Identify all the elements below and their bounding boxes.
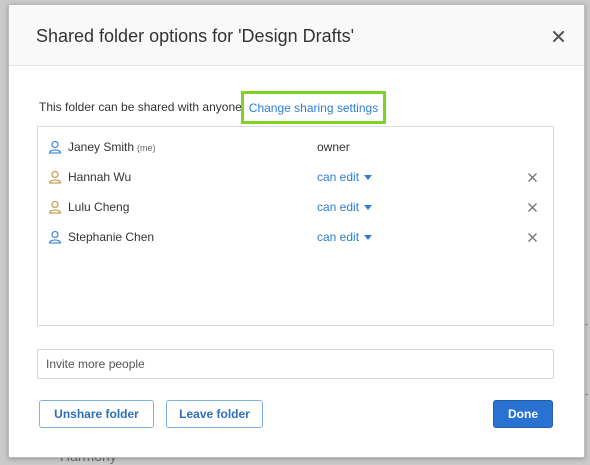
- user-icon: [48, 200, 62, 214]
- me-tag: (me): [137, 143, 156, 153]
- role-label: can edit: [317, 230, 360, 244]
- caret-down-icon: [364, 204, 373, 210]
- member-name: Stephanie Chen: [68, 230, 155, 244]
- done-button[interactable]: Done: [493, 400, 553, 428]
- member-name: Hannah Wu: [68, 170, 132, 184]
- user-icon: [48, 140, 62, 154]
- member-row: Hannah Wu can edit: [38, 162, 553, 192]
- close-icon: [552, 30, 564, 42]
- dialog-title: Shared folder options for 'Design Drafts…: [36, 26, 355, 46]
- remove-member-button[interactable]: [525, 200, 539, 214]
- shared-folder-options-dialog: Shared folder options for 'Design Drafts…: [8, 4, 585, 458]
- caret-down-icon: [364, 174, 373, 180]
- remove-member-button[interactable]: [525, 230, 539, 244]
- role-dropdown[interactable]: can edit: [317, 230, 373, 244]
- invite-people-input[interactable]: [37, 349, 554, 379]
- role-label: can edit: [317, 170, 360, 184]
- sharing-description: This folder can be shared with anyone.: [39, 100, 246, 114]
- members-list: Janey Smith (me) owner Hannah Wu can edit: [37, 126, 554, 326]
- user-icon: [48, 230, 62, 244]
- member-row: Stephanie Chen can edit: [38, 222, 553, 252]
- remove-member-button[interactable]: [525, 170, 539, 184]
- role-dropdown[interactable]: can edit: [317, 170, 373, 184]
- member-row: Lulu Cheng can edit: [38, 192, 553, 222]
- role-label: can edit: [317, 200, 360, 214]
- role-dropdown[interactable]: can edit: [317, 200, 373, 214]
- close-icon: [527, 202, 537, 212]
- dialog-header: Shared folder options for 'Design Drafts…: [9, 5, 584, 66]
- leave-folder-button[interactable]: Leave folder: [166, 400, 263, 428]
- change-sharing-settings-link[interactable]: Change sharing settings: [241, 91, 386, 124]
- member-name: Janey Smith (me): [68, 140, 156, 154]
- member-role: owner: [317, 140, 350, 154]
- member-name: Lulu Cheng: [68, 200, 130, 214]
- unshare-folder-button[interactable]: Unshare folder: [39, 400, 154, 428]
- member-row: Janey Smith (me) owner: [38, 132, 553, 162]
- close-icon: [527, 172, 537, 182]
- user-icon: [48, 170, 62, 184]
- close-button[interactable]: [546, 24, 570, 48]
- close-icon: [527, 232, 537, 242]
- caret-down-icon: [364, 234, 373, 240]
